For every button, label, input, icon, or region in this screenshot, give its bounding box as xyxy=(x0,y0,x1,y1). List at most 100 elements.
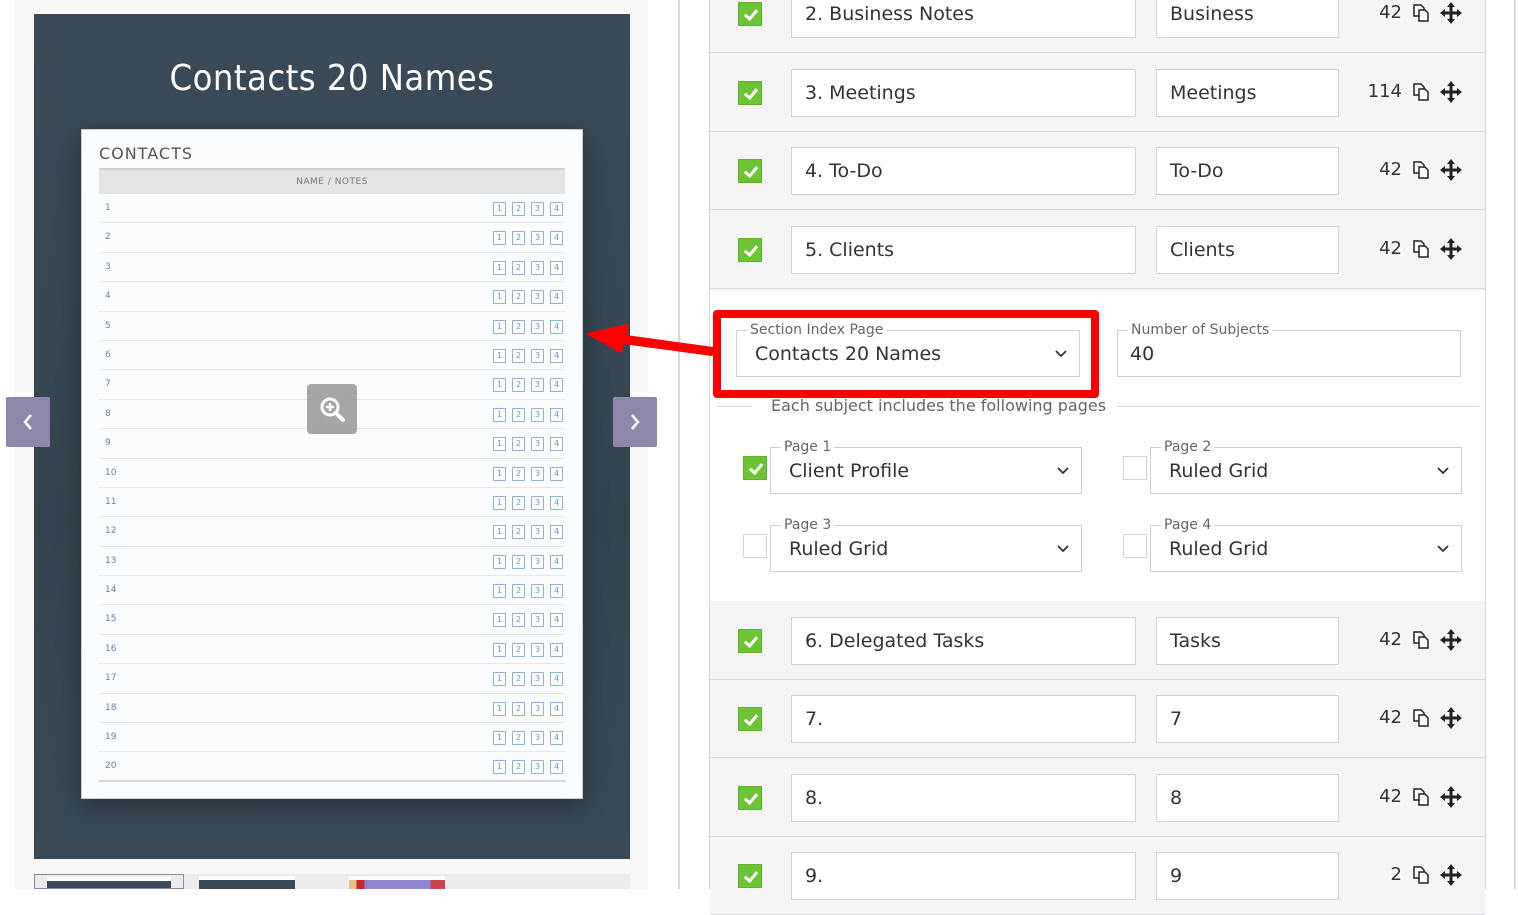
page-tab-icon: 4 xyxy=(550,437,563,451)
drag-handle[interactable] xyxy=(1440,81,1462,108)
sheet-row: 4 1234 xyxy=(99,282,565,311)
page-1-checkbox[interactable] xyxy=(743,456,767,480)
section-name-input[interactable]: 5. Clients xyxy=(791,226,1136,274)
section-details-panel: Section Index Page Contacts 20 Names Num… xyxy=(710,291,1485,601)
duplicate-section-button[interactable] xyxy=(1411,865,1431,890)
thumbnail-1[interactable] xyxy=(34,874,184,889)
sheet-row: 11 1234 xyxy=(99,488,565,517)
section-row: 5. Clients Clients 42 xyxy=(710,211,1485,289)
section-index-page-label: Section Index Page xyxy=(747,321,886,339)
page-tab-icon: 3 xyxy=(531,320,544,334)
page-tab-icon: 3 xyxy=(531,525,544,539)
section-name-input[interactable]: 2. Business Notes xyxy=(791,0,1136,38)
section-short-name-input[interactable]: 7 xyxy=(1156,695,1339,743)
page-tab-icon: 3 xyxy=(531,261,544,275)
sheet-heading: CONTACTS xyxy=(99,144,193,163)
page-4-checkbox[interactable] xyxy=(1123,534,1147,558)
drag-handle[interactable] xyxy=(1440,707,1462,734)
move-icon xyxy=(1440,2,1462,24)
page-tab-icon: 1 xyxy=(493,496,506,510)
section-enabled-checkbox[interactable] xyxy=(738,81,762,105)
page-tab-icon: 1 xyxy=(493,261,506,275)
section-enabled-checkbox[interactable] xyxy=(738,159,762,183)
section-name-input[interactable]: 8. xyxy=(791,774,1136,822)
section-page-count: 42 xyxy=(1379,786,1402,807)
section-enabled-checkbox[interactable] xyxy=(738,786,762,810)
page-tab-icon: 3 xyxy=(531,378,544,392)
move-icon xyxy=(1440,238,1462,260)
move-icon xyxy=(1440,786,1462,808)
duplicate-section-button[interactable] xyxy=(1411,239,1431,264)
page-3-checkbox[interactable] xyxy=(743,534,767,558)
section-short-name-input[interactable]: 8 xyxy=(1156,774,1339,822)
page-tab-icon: 2 xyxy=(512,555,525,569)
drag-handle[interactable] xyxy=(1440,159,1462,186)
sheet-row: 10 1234 xyxy=(99,459,565,488)
page-tab-icon: 1 xyxy=(493,525,506,539)
divider-line xyxy=(1117,406,1479,407)
thumbnail-3[interactable] xyxy=(337,874,457,889)
section-short-name-input[interactable]: 9 xyxy=(1156,852,1339,900)
drag-handle[interactable] xyxy=(1440,238,1462,265)
section-enabled-checkbox[interactable] xyxy=(738,629,762,653)
sheet-row-tabs: 1234 xyxy=(493,702,563,716)
section-short-name-input[interactable]: Clients xyxy=(1156,226,1339,274)
page-3-select[interactable]: Page 3 Ruled Grid xyxy=(770,525,1082,572)
duplicate-section-button[interactable] xyxy=(1411,708,1431,733)
zoom-in-button[interactable] xyxy=(307,384,357,434)
section-name-input[interactable]: 6. Delegated Tasks xyxy=(791,617,1136,665)
page-tab-icon: 3 xyxy=(531,231,544,245)
page-tab-icon: 2 xyxy=(512,320,525,334)
sheet-row-tabs: 1234 xyxy=(493,496,563,510)
section-name-input[interactable]: 7. xyxy=(791,695,1136,743)
page-tab-icon: 4 xyxy=(550,555,563,569)
page-4-select[interactable]: Page 4 Ruled Grid xyxy=(1150,525,1462,572)
sheet-row: 12 1234 xyxy=(99,517,565,546)
page-tab-icon: 2 xyxy=(512,202,525,216)
copy-icon xyxy=(1411,630,1431,650)
section-enabled-checkbox[interactable] xyxy=(738,2,762,26)
section-index-page-select[interactable]: Section Index Page Contacts 20 Names xyxy=(736,330,1080,377)
copy-icon xyxy=(1411,239,1431,259)
section-page-count: 114 xyxy=(1368,81,1402,102)
section-name-input[interactable]: 4. To-Do xyxy=(791,147,1136,195)
copy-icon xyxy=(1411,865,1431,885)
next-image-button[interactable] xyxy=(613,397,657,447)
thumbnail-2[interactable] xyxy=(187,874,307,889)
section-name-input[interactable]: 3. Meetings xyxy=(791,69,1136,117)
chevron-left-icon xyxy=(21,412,35,432)
drag-handle[interactable] xyxy=(1440,629,1462,656)
drag-handle[interactable] xyxy=(1440,786,1462,813)
section-enabled-checkbox[interactable] xyxy=(738,707,762,731)
page-2-select[interactable]: Page 2 Ruled Grid xyxy=(1150,447,1462,494)
move-icon xyxy=(1440,864,1462,886)
page-2-checkbox[interactable] xyxy=(1123,456,1147,480)
section-enabled-checkbox[interactable] xyxy=(738,864,762,888)
section-enabled-checkbox[interactable] xyxy=(738,238,762,262)
duplicate-section-button[interactable] xyxy=(1411,630,1431,655)
page-tab-icon: 4 xyxy=(550,496,563,510)
duplicate-section-button[interactable] xyxy=(1411,3,1431,28)
page-select-label: Page 1 xyxy=(781,438,834,456)
duplicate-section-button[interactable] xyxy=(1411,160,1431,185)
number-of-subjects-input[interactable]: Number of Subjects 40 xyxy=(1117,330,1461,377)
section-short-name-input[interactable]: Meetings xyxy=(1156,69,1339,117)
page-1-select[interactable]: Page 1 Client Profile xyxy=(770,447,1082,494)
page-tab-icon: 3 xyxy=(531,290,544,304)
section-short-name-input[interactable]: Tasks xyxy=(1156,617,1339,665)
sheet-row-number: 7 xyxy=(105,379,111,389)
sheet-row-number: 19 xyxy=(105,732,116,742)
sheet-row-number: 2 xyxy=(105,232,111,242)
duplicate-section-button[interactable] xyxy=(1411,82,1431,107)
page-tab-icon: 4 xyxy=(550,349,563,363)
section-short-name-input[interactable]: To-Do xyxy=(1156,147,1339,195)
previous-image-button[interactable] xyxy=(6,397,50,447)
page-tab-icon: 4 xyxy=(550,290,563,304)
drag-handle[interactable] xyxy=(1440,2,1462,29)
section-short-name-input[interactable]: Business xyxy=(1156,0,1339,38)
sheet-row-tabs: 1234 xyxy=(493,584,563,598)
duplicate-section-button[interactable] xyxy=(1411,787,1431,812)
page-tab-icon: 4 xyxy=(550,525,563,539)
drag-handle[interactable] xyxy=(1440,864,1462,891)
section-name-input[interactable]: 9. xyxy=(791,852,1136,900)
